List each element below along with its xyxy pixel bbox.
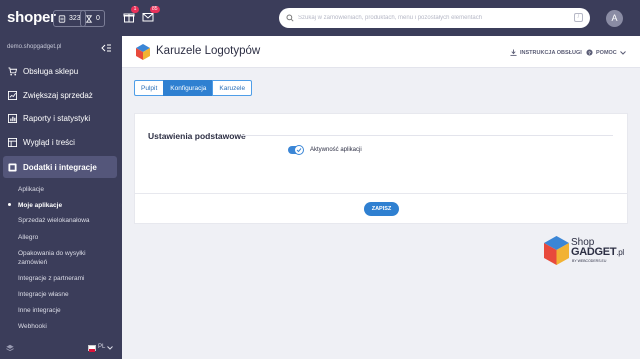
sidebar-subitem-integracje-partnerzy[interactable]: Integracje z partnerami bbox=[18, 274, 116, 283]
brand-sub: BY WEBCODERS.EU bbox=[572, 259, 607, 263]
collapse-sidebar-icon[interactable] bbox=[101, 44, 111, 52]
sidebar: demo.shopgadget.pl Obsługa sklepu Zwięks… bbox=[0, 36, 122, 359]
sidebar-subitem-allegro[interactable]: Allegro bbox=[18, 233, 116, 242]
brand-suffix: .pl bbox=[616, 248, 624, 257]
tab-konfiguracja[interactable]: Konfiguracja bbox=[163, 80, 214, 96]
search-icon bbox=[286, 14, 294, 22]
orders-count: 323 bbox=[69, 15, 81, 22]
sidebar-subitem-moje-aplikacje[interactable]: Moje aplikacje bbox=[18, 201, 116, 210]
page-title: Karuzele Logotypów bbox=[156, 45, 261, 57]
sidebar-subitem-integracje-wlasne[interactable]: Integracje własne bbox=[18, 290, 116, 299]
settings-card: Ustawienia podstawowe Aktywność aplikacj… bbox=[134, 113, 628, 224]
shoper-logo[interactable]: shoper bbox=[7, 9, 56, 26]
poland-flag-icon[interactable] bbox=[88, 345, 96, 352]
section-title: Ustawienia podstawowe bbox=[148, 131, 246, 141]
sidebar-subitem-webhooki[interactable]: Webhooki bbox=[18, 322, 116, 331]
divider bbox=[241, 135, 613, 136]
sidebar-item-label: Wygląd i treści bbox=[23, 137, 75, 147]
sidebar-item-label: Obsługa sklepu bbox=[23, 66, 79, 76]
check-icon bbox=[296, 148, 302, 153]
language-selector[interactable]: PL bbox=[98, 344, 105, 350]
toggle-knob bbox=[294, 145, 304, 155]
puzzle-icon bbox=[8, 162, 17, 172]
app-active-toggle[interactable] bbox=[288, 145, 304, 155]
orders-icon bbox=[58, 14, 66, 23]
user-avatar[interactable]: A bbox=[606, 10, 623, 27]
chevron-down-icon[interactable] bbox=[107, 346, 113, 350]
toggle-label: Aktywność aplikacji bbox=[310, 147, 362, 153]
current-item-dot bbox=[8, 203, 11, 206]
app-logo-icon bbox=[136, 44, 150, 60]
shopgadget-logo: Shop GADGET.pl BY WEBCODERS.EU bbox=[544, 236, 624, 268]
divider bbox=[135, 193, 627, 194]
notifications-badge: 1 bbox=[131, 6, 139, 13]
save-button[interactable]: ZAPISZ bbox=[364, 202, 399, 216]
brand-line2: GADGET.pl bbox=[571, 246, 624, 258]
help-icon: ? bbox=[586, 49, 593, 56]
help-menu[interactable]: ? POMOC bbox=[586, 49, 626, 56]
cart-counter[interactable]: 0 bbox=[80, 10, 105, 27]
instructions-link[interactable]: INSTRUKCJA OBSŁUGI bbox=[510, 49, 582, 56]
report-icon bbox=[8, 113, 17, 123]
download-icon bbox=[510, 49, 517, 56]
sidebar-item-dodatki[interactable]: Dodatki i integracje bbox=[3, 156, 117, 178]
help-label: POMOC bbox=[596, 49, 617, 56]
sidebar-item-raporty[interactable]: Raporty i statystyki bbox=[0, 107, 122, 129]
cart-icon bbox=[8, 66, 17, 75]
search-shortcut-key: / bbox=[574, 13, 583, 22]
layout-icon bbox=[8, 137, 17, 147]
shop-url[interactable]: demo.shopgadget.pl bbox=[7, 44, 61, 50]
page-header: Karuzele Logotypów INSTRUKCJA OBSŁUGI ? … bbox=[122, 36, 640, 68]
sidebar-item-label: Zwiększaj sprzedaż bbox=[23, 90, 93, 100]
shopgadget-logo-icon bbox=[544, 236, 569, 265]
sidebar-subitem-sprzedaz-wielokanalowa[interactable]: Sprzedaż wielokanałowa bbox=[18, 216, 116, 225]
chart-icon bbox=[8, 90, 17, 100]
search-bar[interactable]: / bbox=[279, 8, 590, 28]
search-input[interactable] bbox=[298, 15, 578, 21]
tabs: Pulpit Konfiguracja Karuzele bbox=[134, 80, 253, 96]
instructions-label: INSTRUKCJA OBSŁUGI bbox=[520, 49, 582, 56]
sidebar-subitem-inne-integracje[interactable]: Inne integracje bbox=[18, 306, 116, 315]
sidebar-subitem-opakowania[interactable]: Opakowania do wysyłki zamówień bbox=[18, 249, 116, 267]
sidebar-item-label: Dodatki i integracje bbox=[23, 162, 97, 172]
chevron-down-icon bbox=[619, 50, 626, 55]
top-bar: shoper 323 0 1 85 / A bbox=[0, 0, 640, 36]
tab-pulpit[interactable]: Pulpit bbox=[134, 80, 165, 96]
messages-badge: 85 bbox=[150, 6, 160, 13]
sidebar-subitem-aplikacje[interactable]: Aplikacje bbox=[18, 185, 116, 194]
sidebar-item-label: Raporty i statystyki bbox=[23, 113, 91, 123]
layers-icon[interactable] bbox=[6, 344, 14, 352]
cart-count: 0 bbox=[96, 15, 100, 22]
svg-text:?: ? bbox=[588, 50, 591, 55]
sidebar-footer: PL bbox=[0, 337, 122, 359]
sidebar-item-obsluga-sklepu[interactable]: Obsługa sklepu bbox=[0, 60, 122, 82]
brand-name: GADGET bbox=[571, 246, 617, 258]
sidebar-item-wyglad[interactable]: Wygląd i treści bbox=[0, 131, 122, 153]
tab-karuzele[interactable]: Karuzele bbox=[212, 80, 253, 96]
sidebar-item-zwiekszaj-sprzedaz[interactable]: Zwiększaj sprzedaż bbox=[0, 84, 122, 106]
hourglass-icon bbox=[85, 14, 93, 23]
